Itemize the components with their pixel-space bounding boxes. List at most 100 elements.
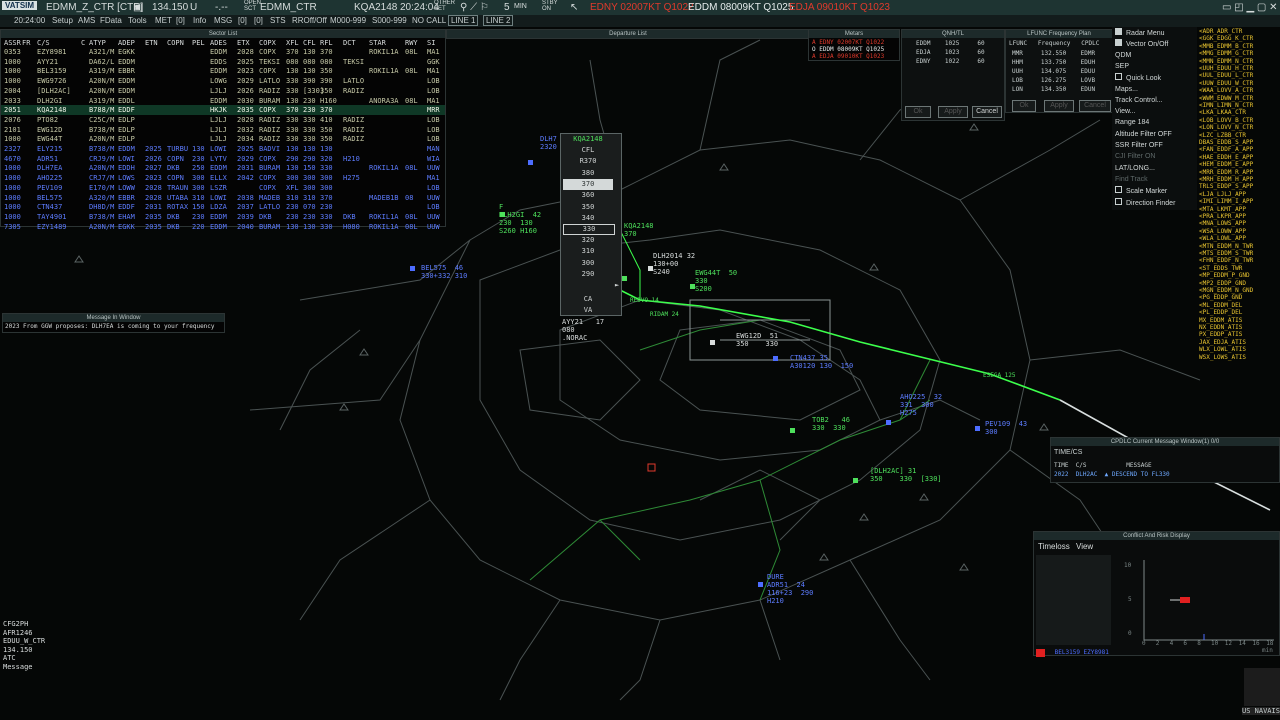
freq-list-item[interactable]: WSX_LOWS_ATIS [1199,353,1246,362]
tool-icons[interactable]: ⚲ ⟋ ⚐ [460,2,489,13]
checkbox-icon[interactable] [1115,39,1122,47]
sector-name[interactable]: EDMM_CTR [260,2,317,13]
freq-plan-row[interactable]: MMR 132.550 EDMR [1012,50,1095,58]
table-row[interactable]: 2076 PTO82 C25C/M EDLP LJLJ 2028 RADIZ 330 330 41… [1,115,445,125]
cpdlc-window[interactable]: CPDLC Current Message Window(1) 0/0 TIME… [1050,437,1280,483]
menu-setup[interactable]: Setup [52,16,73,25]
table-row[interactable]: 1000 BEL3159 A319/M EBBR EDDM 2023 COPX 130 130 3… [1,66,445,76]
table-row[interactable]: 1000 EWG44T A20N/M EDLP LJLJ 2034 RADIZ 330 330 3… [1,134,445,144]
menu-line-1[interactable]: LINE 1 [448,15,479,26]
cfl-level-option[interactable]: 340 [563,213,613,224]
table-row[interactable]: 1000 PEV109 E170/M LOWW 2028 TRAUN 300 LSZR COPX… [1,183,445,193]
table-row[interactable]: 1000 AYY21 DA62/L EDDM EDDS 2025 TEKSI 080 080 08… [1,57,445,67]
radar-menu-item[interactable]: Scale Marker [1115,186,1167,196]
track-label-dlh2gi[interactable]: F DLH2GI 42 230 130 S260 H160 [499,203,541,235]
menu-count-3[interactable]: [0] [254,16,263,25]
menu-line-2[interactable]: LINE 2 [483,15,514,26]
radar-menu-item[interactable]: View... [1115,107,1136,117]
track-label-adr51[interactable]: DURE ADR51 24 116+23 290 H210 [767,573,813,605]
cfl-level-option[interactable]: 370 [563,179,613,191]
freq-plan-row[interactable]: UUH 134.075 EDUU [1012,68,1095,76]
qnh-apply-button[interactable]: Apply [938,106,968,118]
cpdlc-title[interactable]: CPDLC Current Message Window(1) 0/0 [1051,438,1279,446]
cfl-level-option[interactable]: 320 [563,235,613,246]
sector-list[interactable]: Sector List ASSR FR C/S C ATYP ADEP ETN COPN PEL… [0,29,446,231]
metar-window[interactable]: Metars A EDNY 02007KT Q1022 O EDDM 08009… [808,29,900,61]
radar-menu-item[interactable]: Maps... [1115,85,1138,95]
track-label-ayy21[interactable]: AYY21 17 080 .NORAC [562,318,604,342]
table-row[interactable]: 1000 TAY4901 B738/M EHAM 2035 DKB 230 EDDM 2039 D… [1,212,445,222]
freq-ok-button[interactable]: Ok [1012,100,1036,112]
table-row[interactable]: 0353 EZY8981 A321/M EGKK EDDM 2028 COPX 370 130 3… [1,47,445,57]
position-label[interactable]: EDMM_Z_CTR [CTR] [46,2,143,13]
menu-count-2[interactable]: [0] [238,16,247,25]
cfl-level-option[interactable]: 290 [563,269,613,280]
menu-fdata[interactable]: FData [100,16,122,25]
radar-menu-item[interactable]: QDM [1115,51,1131,61]
table-row[interactable]: 4670 ADR51 CRJ9/M LOWI 2026 COPN 230 LYTV 2029 CO… [1,154,445,164]
menu-tools[interactable]: Tools [128,16,147,25]
radar-menu-item[interactable]: Find Track [1115,175,1148,185]
cfl-va-option[interactable]: VA [563,305,613,316]
table-row[interactable]: 1000 AHO225 CRJ7/M LOWS 2023 COPN 300 ELLX 2042 C… [1,173,445,183]
quick-set-icon[interactable]: OTHER SET [434,0,455,12]
track-label-tob2[interactable]: TOB2 46 330 330 [812,416,850,432]
menu-no-call[interactable]: NO CALL [412,16,446,25]
cfl-nav-arrow[interactable]: ► [613,280,621,291]
radar-menu-item[interactable]: Vector On/Off [1115,39,1168,49]
cfl-level-option[interactable]: 310 [563,246,613,257]
track-label-pev[interactable]: PEV109 43 300 [985,420,1027,436]
freq-plan-row[interactable]: HHM 133.750 EDUH [1012,59,1095,67]
track-label-ewg12d[interactable]: EWG12D 51 350 330 [736,332,778,348]
radar-menu-item[interactable]: Radar Menu [1115,28,1165,38]
conflict-pair[interactable]: BEL3159 EZY8981 [1036,642,1111,657]
conflict-title[interactable]: Conflict And Risk Display [1034,532,1279,540]
track-label-ctn[interactable]: CTN437 35 A30120 130 150 [790,354,853,370]
checkbox-icon[interactable] [1115,28,1122,35]
departure-list-title[interactable]: Departure List [447,30,809,38]
cfl-level-option[interactable]: 300 [563,258,613,269]
checkbox-icon[interactable] [1115,197,1122,205]
freq-plan-row[interactable]: LON 134.350 EDUN [1012,86,1095,94]
radar-menu-item[interactable]: SSR Filter OFF [1115,141,1163,151]
radar-menu-item[interactable]: Altitude Filter OFF [1115,130,1172,140]
track-label-dlh7[interactable]: DLH7 2320 [540,135,557,151]
menu-mode-s[interactable]: S000-999 [372,16,407,25]
table-row[interactable]: 1000 DLH7EA A20N/M EDDH 2027 DKB 250 EDDM 2031 BU… [1,163,445,173]
departure-list[interactable]: Departure List [446,29,810,39]
track-label-aho[interactable]: AHO225 32 331 300 H275 [900,393,942,417]
menu-mode-a[interactable]: M000-999 [330,16,366,25]
callsign-field[interactable]: KQA2148 [354,2,397,13]
menu-info[interactable]: Info [193,16,206,25]
message-text[interactable]: 2023 From GGW proposes: DLH7EA is coming… [5,323,215,331]
cfl-level-option[interactable]: 360 [563,190,613,201]
metar-window-title[interactable]: Metars [809,30,899,38]
cfl-r-item[interactable]: R370 [563,156,613,167]
radar-menu-item[interactable]: LAT/LONG... [1115,164,1155,174]
track-label-bel575[interactable]: BEL575 46 330+332 310 [421,264,467,280]
radar-menu-item[interactable]: Direction Finder [1115,197,1175,208]
radar-menu-item[interactable]: Track Control... [1115,96,1163,106]
menu-count-1[interactable]: [0] [176,16,185,25]
conflict-risk-display[interactable]: Conflict And Risk Display Timeloss View … [1033,531,1280,657]
frequency-plan-window[interactable]: LFUNC Frequency Plan LFUNC Frequency CPD… [1005,29,1113,113]
message-in-window[interactable]: Message In Window 2023 From GGW proposes… [2,313,225,333]
menu-met[interactable]: MET [155,16,172,25]
window-controls[interactable]: ▭ ◰ ▁ ▢ ✕ [1222,2,1278,13]
checkbox-icon[interactable] [1115,186,1122,194]
table-row[interactable]: 2004 [DLH2AC] A20N/M EDDM LJLJ 2026 RADIZ 330 [3… [1,86,445,96]
vatsim-logo[interactable]: VATSIM [2,1,38,10]
freq-apply-button[interactable]: Apply [1044,100,1074,112]
cfl-level-option[interactable]: 350 [563,202,613,213]
radar-menu-item[interactable]: SEP [1115,62,1129,72]
track-label-ewg44t[interactable]: EWG44T 50 330 S200 [695,269,737,293]
cfl-ca-option[interactable]: CA [563,294,613,305]
stby-icon[interactable]: STBY ON [542,0,558,12]
table-row[interactable]: 2101 EWG12D B738/M EDLP LJLJ 2032 RADIZ 330 330 3… [1,125,445,135]
radar-menu-item[interactable]: CJI Filter ON [1115,152,1155,162]
menu-ams[interactable]: AMS [78,16,95,25]
track-label-dlh2ac[interactable]: [DLH2AC] 31 350 330 [330] [870,467,942,483]
table-row[interactable]: 2033 DLH2GI A319/M EDDL EDDM 2030 BURAM 130 230 H… [1,96,445,106]
track-label-kqa[interactable]: KQA2148 370 [624,222,654,238]
table-row[interactable]: 7305 EZY1489 A20N/M EGKK 2035 DKB 220 EDDM 2040 B… [1,222,445,232]
